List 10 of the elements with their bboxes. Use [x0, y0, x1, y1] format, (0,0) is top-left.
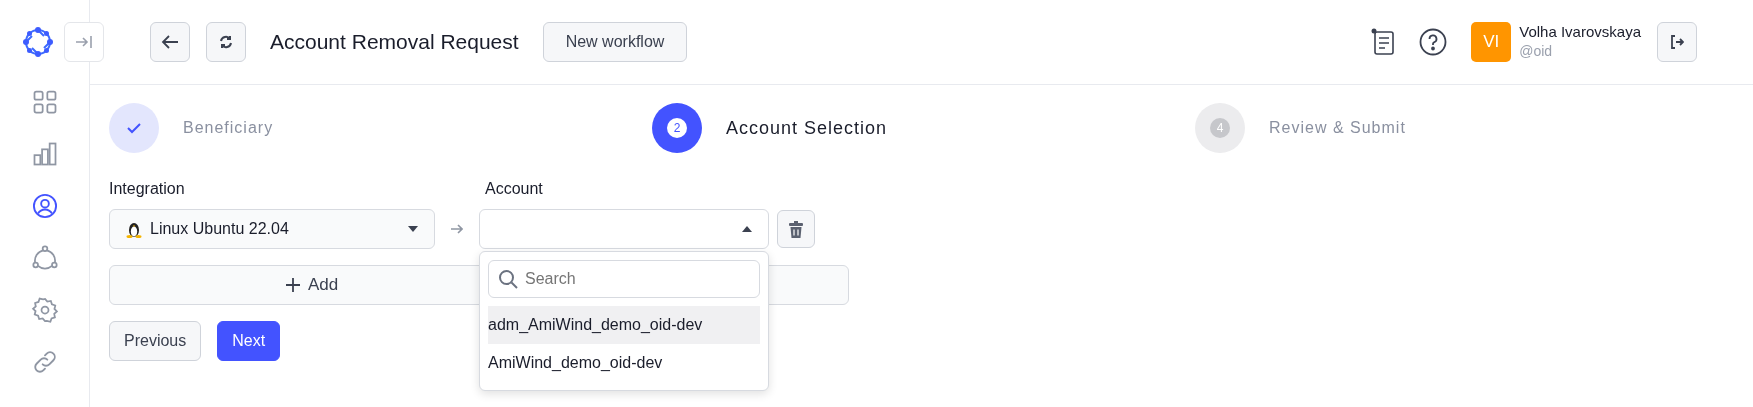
step-indicator: 2 [652, 103, 702, 153]
step-label: Account Selection [726, 116, 888, 140]
field-label: Account [485, 179, 543, 199]
user-name: Volha Ivarovskaya [1519, 22, 1641, 41]
user-handle: @oid [1519, 42, 1554, 61]
field-label: Integration [109, 179, 186, 199]
step-indicator: 4 [1195, 103, 1245, 153]
step-label: Beneficiary [183, 118, 274, 138]
page-title: Account Removal Request [270, 29, 519, 56]
step-label: Review & Submit [1269, 118, 1406, 138]
